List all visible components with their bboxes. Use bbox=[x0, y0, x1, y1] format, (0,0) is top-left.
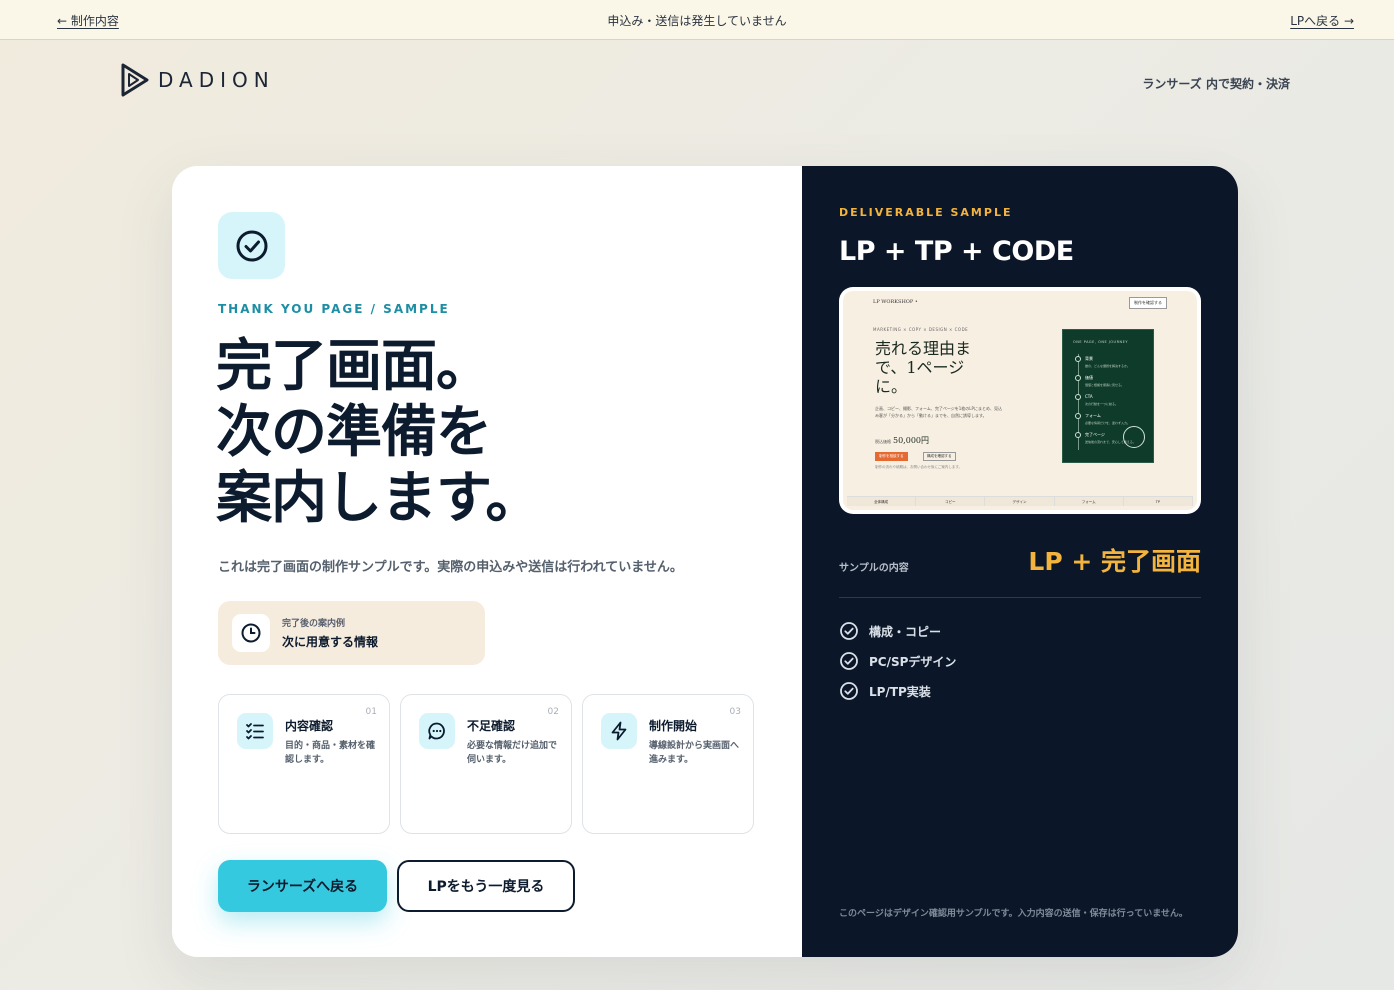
journey-item: フォーム 必要な情報だけを、迷わず入力。 bbox=[1075, 413, 1130, 425]
step-card: 03 制作開始 導線設計から実画面へ進みます。 bbox=[582, 694, 754, 834]
foot-note: このページはデザイン確認用サンプルです。入力内容の送信・保存は行っていません。 bbox=[839, 909, 1188, 919]
preview-nav-item: フォーム bbox=[1055, 497, 1124, 506]
logo-mark-icon bbox=[121, 63, 149, 97]
checklist-label: 構成・コピー bbox=[869, 624, 942, 639]
preview-journey-panel: ONE PAGE, ONE JOURNEY 背景 誰の、どんな課題を解決するか。 … bbox=[1062, 329, 1154, 463]
info-text: 完了後の案内例 次に用意する情報 bbox=[282, 616, 378, 650]
journey-kicker: ONE PAGE, ONE JOURNEY bbox=[1073, 340, 1129, 344]
step-number: 03 bbox=[729, 707, 741, 717]
step-number: 02 bbox=[547, 707, 559, 717]
preview-kicker: MARKETING × COPY × DESIGN × CODE bbox=[873, 327, 969, 332]
check-circle-icon bbox=[840, 682, 858, 700]
journey-item: 背景 誰の、どんな課題を解決するか。 bbox=[1075, 356, 1130, 368]
step-title: 制作開始 bbox=[649, 719, 698, 733]
notice-text: 申込み・送信は発生していません bbox=[607, 14, 787, 28]
preview-price-label: 税込価格 bbox=[875, 439, 891, 444]
top-bar: ← 制作内容 申込み・送信は発生していません LPへ戻る → bbox=[0, 0, 1394, 40]
info-box: 完了後の案内例 次に用意する情報 bbox=[218, 601, 485, 665]
preview-nav-item: TP bbox=[1124, 497, 1194, 506]
headline-line-1: 完了画面。 bbox=[216, 334, 492, 399]
header-right-text: ランサーズ 内で契約・決済 bbox=[1142, 77, 1290, 91]
contents-label: サンプルの内容 bbox=[839, 563, 909, 574]
main-card: THANK YOU PAGE / SAMPLE 完了画面。 次の準備を 案内しま… bbox=[172, 166, 1238, 957]
preview-top-button: 制作を確認する bbox=[1129, 297, 1167, 309]
step-desc: 目的・商品・素材を確認します。 bbox=[285, 741, 376, 765]
check-circle-icon bbox=[840, 622, 858, 640]
checklist-label: LP/TP実装 bbox=[869, 684, 931, 699]
lightning-icon bbox=[611, 721, 627, 741]
left-panel: THANK YOU PAGE / SAMPLE 完了画面。 次の準備を 案内しま… bbox=[172, 166, 802, 957]
check-circle-icon bbox=[840, 652, 858, 670]
step-card: 02 不足確認 必要な情報だけ追加で伺います。 bbox=[400, 694, 572, 834]
deliverable-eyebrow: DELIVERABLE SAMPLE bbox=[839, 206, 1013, 219]
headline-line-3: 案内します。 bbox=[216, 466, 541, 531]
check-badge bbox=[218, 212, 285, 279]
step-icon-wrap bbox=[419, 713, 455, 749]
checklist-icon bbox=[246, 723, 264, 740]
preview-nav-item: コピー bbox=[916, 497, 986, 506]
contents-value: LP + 完了画面 bbox=[1028, 547, 1201, 576]
step-icon-wrap bbox=[237, 713, 273, 749]
info-small: 完了後の案内例 bbox=[282, 619, 346, 629]
preview-desc: 企画、コピー、撮影、フォーム、完了ページを1枚のLPにまとめ、見込み客が「分かる… bbox=[875, 406, 1002, 418]
chat-bubble-icon bbox=[428, 722, 445, 740]
preview-note: 制作の流れや納期は、お問い合わせ後にご案内します。 bbox=[875, 465, 963, 469]
deliverable-checklist: 構成・コピー PC/SPデザイン LP/TP実装 bbox=[839, 616, 956, 706]
preview-brand: LP WORKSHOP • bbox=[873, 299, 918, 305]
step-title: 不足確認 bbox=[467, 719, 516, 733]
step-card: 01 内容確認 目的・商品・素材を確認します。 bbox=[218, 694, 390, 834]
seal-icon bbox=[1123, 426, 1145, 448]
journey-item: CTA 次の行動を一つに絞る。 bbox=[1075, 394, 1118, 406]
preview-nav-item: 全体構成 bbox=[847, 497, 917, 506]
step-desc: 必要な情報だけ追加で伺います。 bbox=[467, 741, 558, 765]
logo[interactable]: DADION bbox=[120, 62, 275, 98]
checklist-item: 構成・コピー bbox=[839, 616, 956, 646]
step-icon-wrap bbox=[601, 713, 637, 749]
clock-icon bbox=[241, 623, 261, 643]
info-big: 次に用意する情報 bbox=[282, 635, 379, 649]
preview-inner: LP WORKSHOP • 制作を確認する MARKETING × COPY ×… bbox=[843, 291, 1197, 510]
eyebrow-label: THANK YOU PAGE / SAMPLE bbox=[218, 302, 450, 316]
preview-cta-secondary: 構成を確認する bbox=[923, 452, 956, 461]
preview-headline: 売れる理由まで、1ページに。 bbox=[875, 339, 972, 396]
info-icon-wrap bbox=[232, 614, 270, 652]
preview-nav-item: デザイン bbox=[985, 497, 1055, 506]
page-title: 完了画面。 次の準備を 案内します。 bbox=[216, 334, 541, 532]
checklist-label: PC/SPデザイン bbox=[869, 654, 957, 669]
logo-text: DADION bbox=[158, 68, 275, 92]
step-title: 内容確認 bbox=[285, 719, 334, 733]
preview-price: 50,000円 bbox=[893, 436, 929, 445]
steps-list: 01 内容確認 目的・商品・素材を確認します。 02 不足確認 必要な情報だけ追… bbox=[218, 694, 754, 834]
preview-cta: 制作を相談する bbox=[875, 452, 908, 461]
back-to-lancers-button[interactable]: ランサーズへ戻る bbox=[218, 860, 387, 912]
step-number: 01 bbox=[365, 707, 377, 717]
back-to-lp-link[interactable]: LPへ戻る → bbox=[1290, 12, 1354, 29]
headline-line-2: 次の準備を bbox=[216, 400, 492, 465]
preview-nav: 全体構成 コピー デザイン フォーム TP bbox=[847, 496, 1194, 506]
view-lp-again-button[interactable]: LPをもう一度見る bbox=[397, 860, 575, 912]
journey-item: 価値 価値と根拠を順番に見せる。 bbox=[1075, 375, 1124, 387]
right-panel: DELIVERABLE SAMPLE LP + TP + CODE LP WOR… bbox=[802, 166, 1238, 957]
check-circle-icon bbox=[236, 230, 267, 261]
deliverable-title: LP + TP + CODE bbox=[839, 236, 1074, 267]
checklist-item: LP/TP実装 bbox=[839, 676, 956, 706]
subline: これは完了画面の制作サンプルです。実際の申込みや送信は行われていません。 bbox=[218, 560, 683, 575]
step-desc: 導線設計から実画面へ進みます。 bbox=[649, 741, 740, 765]
divider bbox=[839, 597, 1201, 598]
checklist-item: PC/SPデザイン bbox=[839, 646, 956, 676]
lp-preview-thumbnail: LP WORKSHOP • 制作を確認する MARKETING × COPY ×… bbox=[839, 287, 1201, 514]
